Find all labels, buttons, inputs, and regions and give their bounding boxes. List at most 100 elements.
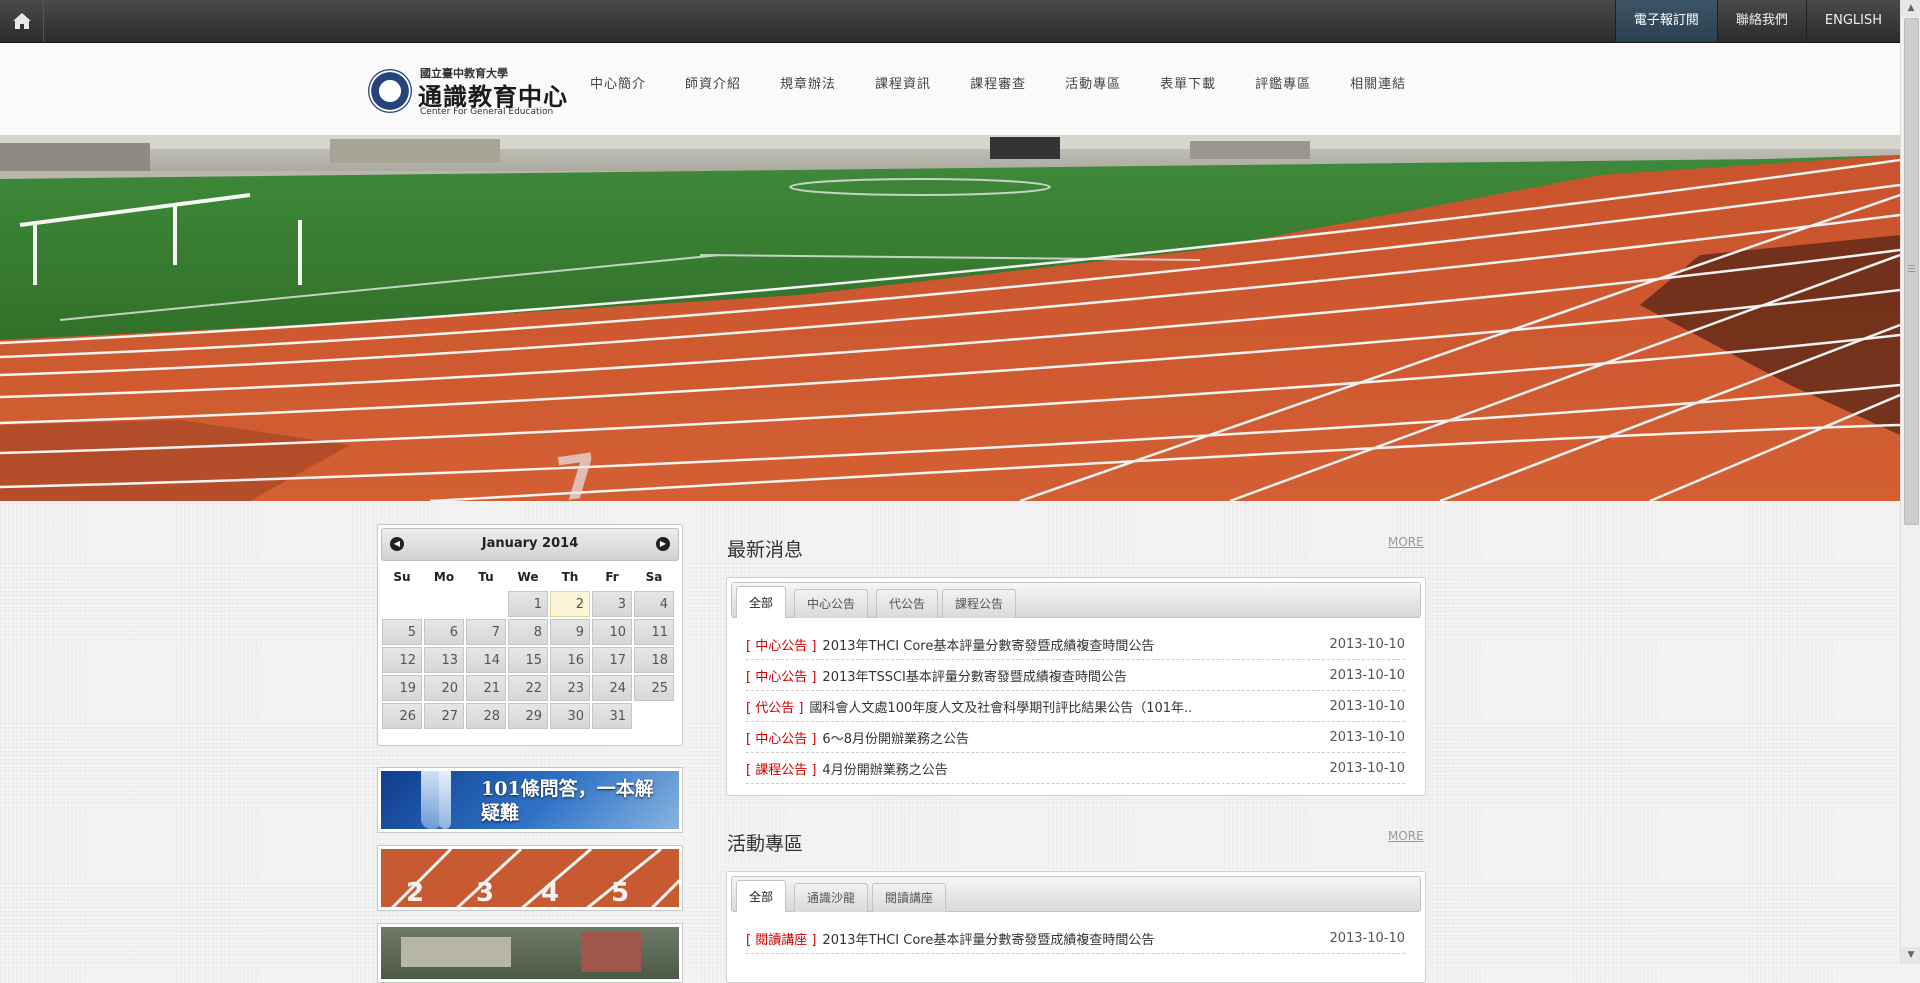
- news-category: [ 中心公告 ]: [746, 669, 817, 685]
- calendar-day[interactable]: 12: [382, 647, 422, 673]
- activities-tabbar: 全部 通識沙龍 閱讀講座: [731, 876, 1421, 912]
- calendar-day[interactable]: 9: [550, 619, 590, 645]
- arrow-right-icon[interactable]: ▶: [656, 537, 670, 551]
- calendar-day[interactable]: 30: [550, 703, 590, 729]
- site-logo[interactable]: 國立臺中教育大學 通識教育中心 Center For General Educa…: [368, 63, 568, 119]
- news-title[interactable]: 2013年TSSCI基本評量分數寄發暨成績複查時間公告: [822, 666, 1126, 685]
- news-date: 2013-10-10: [1329, 729, 1405, 745]
- nav-course-review[interactable]: 課程審查: [970, 73, 1026, 92]
- calendar-weekday: Sa: [645, 570, 663, 584]
- calendar-day[interactable]: 25: [634, 675, 674, 701]
- nav-about[interactable]: 中心簡介: [590, 73, 646, 92]
- news-tab-all[interactable]: 全部: [736, 586, 787, 618]
- calendar-empty-cell: [382, 591, 422, 617]
- track-banner[interactable]: 2 3 4 5: [377, 845, 683, 911]
- calendar-day[interactable]: 4: [634, 591, 674, 617]
- news-category: [ 課程公告 ]: [746, 762, 817, 778]
- calendar-day[interactable]: 15: [508, 647, 548, 673]
- page-scrollbar[interactable]: ▲ ▼: [1900, 0, 1920, 964]
- english-link[interactable]: ENGLISH: [1805, 0, 1900, 42]
- calendar-day[interactable]: 24: [592, 675, 632, 701]
- news-tab-course[interactable]: 課程公告: [942, 589, 1017, 618]
- calendar-day[interactable]: 10: [592, 619, 632, 645]
- activities-tab-reading[interactable]: 閱讀講座: [872, 883, 947, 912]
- calendar-day[interactable]: 21: [466, 675, 506, 701]
- calendar-day[interactable]: 6: [424, 619, 464, 645]
- nav-courses[interactable]: 課程資訊: [875, 73, 931, 92]
- news-item[interactable]: [ 代公告 ] 國科會人文處100年度人文及社會科學期刊評比結果公告（101年.…: [746, 691, 1405, 722]
- site-header: 國立臺中教育大學 通識教育中心 Center For General Educa…: [0, 43, 1900, 135]
- calendar-day[interactable]: 2: [550, 591, 590, 617]
- news-list: [ 中心公告 ] 2013年THCI Core基本評量分數寄發暨成績複查時間公告…: [746, 629, 1405, 784]
- activities-section-title: 活動專區: [727, 833, 804, 855]
- news-tabbar: 全部 中心公告 代公告 課程公告: [731, 582, 1421, 618]
- news-tab-proxy[interactable]: 代公告: [876, 589, 939, 618]
- newsletter-link[interactable]: 電子報訂閱: [1614, 0, 1717, 42]
- activity-date: 2013-10-10: [1329, 930, 1405, 946]
- calendar-day[interactable]: 27: [424, 703, 464, 729]
- top-links: 電子報訂閱 聯絡我們 ENGLISH: [1614, 0, 1900, 42]
- calendar-grid: Su Mo Tu We Th Fr Sa 1 2 3 4 5 6 7 8 9 10 11 12 13 14 15 16 17 1…: [382, 565, 679, 729]
- calendar-day[interactable]: 23: [550, 675, 590, 701]
- activities-list: [ 閱讀講座 ] 2013年THCI Core基本評量分數寄發暨成績複查時間公告…: [746, 923, 1405, 954]
- scroll-thumb[interactable]: [1904, 18, 1919, 525]
- calendar-day[interactable]: 29: [508, 703, 548, 729]
- calendar-day[interactable]: 28: [466, 703, 506, 729]
- home-button[interactable]: [0, 0, 44, 42]
- news-tab-center[interactable]: 中心公告: [794, 589, 869, 618]
- calendar-month-title: January 2014: [481, 536, 579, 551]
- news-more-link[interactable]: MORE: [1388, 535, 1424, 549]
- news-title[interactable]: 國科會人文處100年度人文及社會科學期刊評比結果公告（101年..: [809, 697, 1192, 716]
- faq-banner[interactable]: 101條問答，一本解疑難: [377, 767, 683, 833]
- activity-item[interactable]: [ 閱讀講座 ] 2013年THCI Core基本評量分數寄發暨成績複查時間公告…: [746, 923, 1405, 954]
- logo-english-name: Center For General Education: [420, 107, 554, 117]
- campus-banner[interactable]: [377, 923, 683, 983]
- news-title[interactable]: 4月份開辦業務之公告: [822, 759, 947, 778]
- calendar-day[interactable]: 3: [592, 591, 632, 617]
- nav-evaluation[interactable]: 評鑑專區: [1255, 73, 1311, 92]
- calendar-day[interactable]: 26: [382, 703, 422, 729]
- activities-tab-all[interactable]: 全部: [736, 880, 787, 912]
- activities-panel: 全部 通識沙龍 閱讀講座 [ 閱讀講座 ] 2013年THCI Core基本評量…: [726, 871, 1426, 983]
- news-item[interactable]: [ 課程公告 ] 4月份開辦業務之公告 2013-10-10: [746, 753, 1405, 784]
- calendar-day[interactable]: 22: [508, 675, 548, 701]
- calendar-day[interactable]: 14: [466, 647, 506, 673]
- scroll-up-arrow-icon[interactable]: ▲: [1901, 0, 1920, 17]
- news-item[interactable]: [ 中心公告 ] 6～8月份開辦業務之公告 2013-10-10: [746, 722, 1405, 753]
- calendar-day[interactable]: 31: [592, 703, 632, 729]
- news-item[interactable]: [ 中心公告 ] 2013年THCI Core基本評量分數寄發暨成績複查時間公告…: [746, 629, 1405, 660]
- activities-tab-salon[interactable]: 通識沙龍: [794, 883, 869, 912]
- news-item[interactable]: [ 中心公告 ] 2013年TSSCI基本評量分數寄發暨成績複查時間公告 201…: [746, 660, 1405, 691]
- calendar-day[interactable]: 11: [634, 619, 674, 645]
- news-category: [ 中心公告 ]: [746, 731, 817, 747]
- nav-forms[interactable]: 表單下載: [1160, 73, 1216, 92]
- scroll-down-arrow-icon[interactable]: ▼: [1901, 947, 1920, 964]
- calendar-day[interactable]: 13: [424, 647, 464, 673]
- activities-more-link[interactable]: MORE: [1388, 829, 1424, 843]
- calendar-day[interactable]: 18: [634, 647, 674, 673]
- calendar-weekday: Mo: [433, 570, 455, 584]
- hero-banner: 7: [0, 135, 1900, 501]
- calendar-weekday: Fr: [605, 570, 619, 584]
- calendar-day[interactable]: 20: [424, 675, 464, 701]
- news-date: 2013-10-10: [1329, 698, 1405, 714]
- calendar-day[interactable]: 8: [508, 619, 548, 645]
- calendar-day[interactable]: 16: [550, 647, 590, 673]
- nav-regulations[interactable]: 規章辦法: [780, 73, 836, 92]
- calendar-day[interactable]: 5: [382, 619, 422, 645]
- track-number-2: 2: [406, 878, 424, 907]
- news-title[interactable]: 2013年THCI Core基本評量分數寄發暨成績複查時間公告: [822, 635, 1154, 654]
- calendar-day[interactable]: 7: [466, 619, 506, 645]
- nav-links[interactable]: 相關連結: [1350, 73, 1406, 92]
- nav-activities[interactable]: 活動專區: [1065, 73, 1121, 92]
- activity-title[interactable]: 2013年THCI Core基本評量分數寄發暨成績複查時間公告: [822, 929, 1154, 948]
- track-field-image: 7: [0, 135, 1900, 501]
- calendar-day[interactable]: 17: [592, 647, 632, 673]
- calendar-day[interactable]: 1: [508, 591, 548, 617]
- calendar-day[interactable]: 19: [382, 675, 422, 701]
- contact-link[interactable]: 聯絡我們: [1716, 0, 1806, 42]
- calendar-empty-cell: [466, 591, 506, 617]
- news-title[interactable]: 6～8月份開辦業務之公告: [822, 728, 969, 747]
- nav-faculty[interactable]: 師資介紹: [685, 73, 741, 92]
- news-date: 2013-10-10: [1329, 667, 1405, 683]
